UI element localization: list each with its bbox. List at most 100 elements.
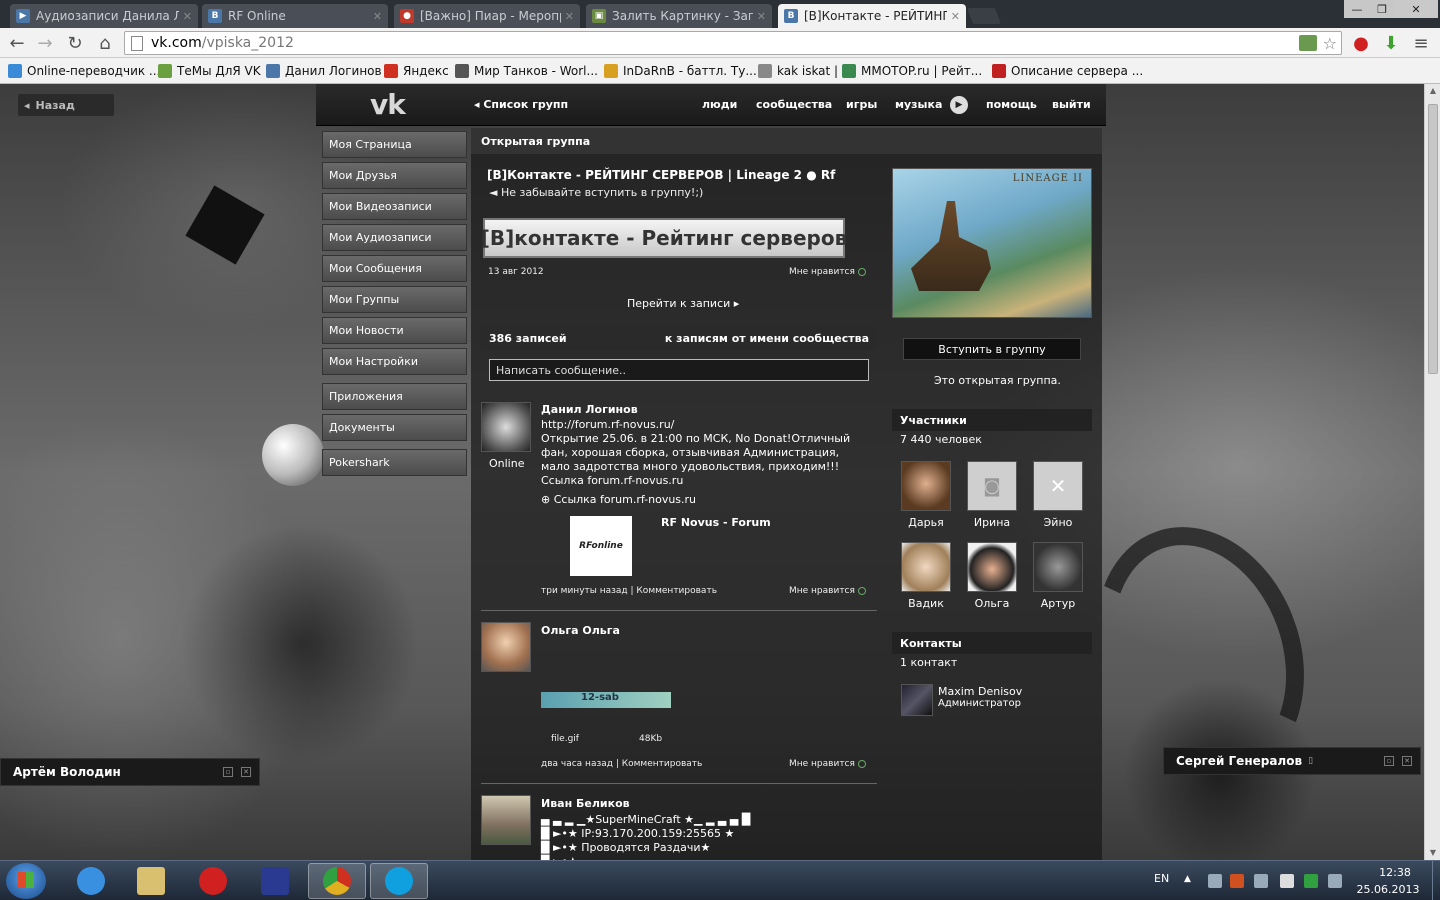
taskbar-skype[interactable] [370, 863, 428, 899]
community-posts-link[interactable]: к записям от имени сообщества [665, 332, 869, 345]
avatar[interactable] [481, 795, 531, 845]
minimize-button[interactable]: — [1344, 0, 1370, 18]
bookmark-server-description[interactable]: Описание сервера ... [992, 62, 1143, 80]
close-icon[interactable]: ✕ [373, 10, 382, 23]
join-group-button[interactable]: Вступить в группу [903, 338, 1081, 360]
menu-my-audio[interactable]: Мои Аудиозаписи [322, 224, 467, 251]
close-icon[interactable]: ✕ [241, 767, 251, 777]
tab-audio[interactable]: ▶ Аудиозаписи Данила Ло ✕ [10, 4, 198, 28]
post-time[interactable]: три минуты назад [541, 586, 628, 596]
post-time[interactable]: два часа назад [541, 759, 613, 769]
scrollbar-thumb[interactable] [1428, 104, 1438, 374]
menu-my-news[interactable]: Мои Новости [322, 317, 467, 344]
member-name[interactable]: Ирина [962, 516, 1022, 529]
post-link[interactable]: http://forum.rf-novus.ru/ [541, 418, 871, 432]
go-to-post-link[interactable]: Перейти к записи ▸ [627, 297, 739, 310]
member-name[interactable]: Вадик [896, 597, 956, 610]
tab-upload-image[interactable]: ▣ Залить Картинку - Загру ✕ [586, 4, 772, 28]
member-photo-olga[interactable] [967, 542, 1017, 592]
close-window-button[interactable]: ✕ [1394, 0, 1438, 18]
minimize-icon[interactable]: ▫ [223, 767, 233, 777]
member-photo-darya[interactable] [901, 461, 951, 511]
group-cover-image[interactable]: LINEAGE II [892, 168, 1092, 318]
menu-icon[interactable]: ≡ [1410, 32, 1432, 54]
bookmark-yandex[interactable]: Яндекс [384, 62, 449, 80]
volume-icon[interactable] [1254, 874, 1268, 888]
taskbar-opera[interactable] [184, 863, 242, 899]
opera-extension-icon[interactable]: ● [1350, 32, 1372, 54]
camera-icon[interactable]: ◙ [967, 461, 1017, 511]
menu-my-settings[interactable]: Мои Настройки [322, 348, 467, 375]
nav-music[interactable]: музыка [895, 98, 942, 111]
member-name[interactable]: Ольга [962, 597, 1022, 610]
group-banner[interactable]: [В]контакте - Рейтинг серверов [481, 218, 847, 258]
chat-window-left[interactable]: Артём Володин ▫ ✕ [0, 758, 260, 786]
bookmark-star-icon[interactable]: ☆ [1323, 34, 1337, 53]
menu-my-friends[interactable]: Мои Друзья [322, 162, 467, 189]
group-list-link[interactable]: ◂ Список групп [474, 98, 568, 111]
taskbar-save[interactable] [246, 863, 304, 899]
tray-app-icon[interactable] [1208, 874, 1222, 888]
comment-link[interactable]: Комментировать [636, 586, 717, 596]
nav-communities[interactable]: сообщества [756, 98, 832, 111]
bookmark-kak-iskat[interactable]: kak iskat | [758, 62, 838, 80]
member-photo-vadik[interactable] [901, 542, 951, 592]
like-button[interactable]: Мне нравится [789, 267, 866, 277]
play-icon[interactable]: ▶ [950, 96, 968, 114]
flag-icon[interactable] [1280, 874, 1294, 888]
post-author[interactable]: Иван Беликов [541, 797, 630, 810]
network-icon[interactable] [1328, 874, 1342, 888]
back-button[interactable]: ◂ Назад [18, 94, 114, 116]
vk-logo[interactable]: vk [370, 88, 406, 121]
home-icon[interactable]: ⌂ [94, 32, 116, 54]
address-bar[interactable]: vk.com/vpiska_2012 ☆ [124, 31, 1342, 55]
sync-icon[interactable] [1304, 874, 1318, 888]
member-name[interactable]: Дарья [896, 516, 956, 529]
new-tab-button[interactable] [967, 8, 1001, 24]
link-preview-image[interactable]: RFonline [570, 516, 632, 576]
bookmark-vk-themes[interactable]: ТеМы ДлЯ VK [158, 62, 261, 80]
maximize-button[interactable]: ❐ [1370, 0, 1394, 18]
link-preview-title[interactable]: RF Novus - Forum [661, 516, 771, 529]
tray-expand-icon[interactable]: ▲ [1184, 874, 1198, 888]
close-icon[interactable]: ✕ [757, 10, 766, 23]
file-name[interactable]: file.gif [551, 734, 579, 744]
speaker-icon[interactable] [1230, 874, 1244, 888]
pinned-post-date[interactable]: 13 авг 2012 [488, 267, 544, 277]
taskbar-explorer[interactable] [122, 863, 180, 899]
avatar[interactable] [481, 622, 531, 672]
members-section-title[interactable]: Участники [892, 409, 1092, 431]
avatar[interactable] [901, 684, 933, 716]
bookmark-danil[interactable]: Данил Логинов [266, 62, 382, 80]
scroll-up-icon[interactable]: ▲ [1425, 84, 1440, 98]
menu-my-groups[interactable]: Мои Группы [322, 286, 467, 313]
avatar[interactable] [481, 402, 531, 452]
back-arrow-icon[interactable]: ← [6, 32, 28, 54]
close-icon[interactable]: ✕ [183, 10, 192, 23]
tab-pr-event[interactable]: ● [Важно] Пиар - Меропри ✕ [394, 4, 580, 28]
post-author[interactable]: Ольга Ольга [541, 624, 620, 637]
member-photo-artur[interactable] [1033, 542, 1083, 592]
close-icon[interactable]: ✕ [1402, 756, 1412, 766]
menu-my-videos[interactable]: Мои Видеозаписи [322, 193, 467, 220]
minimize-icon[interactable]: ▫ [1384, 756, 1394, 766]
nav-games[interactable]: игры [846, 98, 877, 111]
bookmark-translator[interactable]: Online-переводчик ... [8, 62, 160, 80]
gif-preview[interactable]: 12-sab [541, 692, 671, 708]
chat-window-right[interactable]: Сергей Генералов ▯ ▫ ✕ [1163, 747, 1421, 775]
close-icon[interactable]: ✕ [565, 10, 574, 23]
comment-link[interactable]: Комментировать [622, 759, 703, 769]
show-desktop-button[interactable] [1432, 861, 1440, 900]
menu-documents[interactable]: Документы [322, 414, 467, 441]
taskbar-ie[interactable] [62, 863, 120, 899]
bookmark-indarnb[interactable]: InDaRnB - баттл. Ту... [604, 62, 757, 80]
image-extension-icon[interactable] [1299, 35, 1317, 51]
members-count[interactable]: 7 440 человек [900, 433, 982, 446]
bookmark-mmotop[interactable]: MMOTOP.ru | Рейт... [842, 62, 982, 80]
close-icon[interactable]: ✕ [951, 10, 960, 23]
bookmark-world-of-tanks[interactable]: Мир Танков - Worl... [455, 62, 598, 80]
clock-date[interactable]: 25.06.2013 [1356, 883, 1420, 896]
contact-name[interactable]: Maxim Denisov [938, 685, 1022, 698]
like-button[interactable]: Мне нравится [789, 759, 866, 769]
menu-my-messages[interactable]: Мои Сообщения [322, 255, 467, 282]
